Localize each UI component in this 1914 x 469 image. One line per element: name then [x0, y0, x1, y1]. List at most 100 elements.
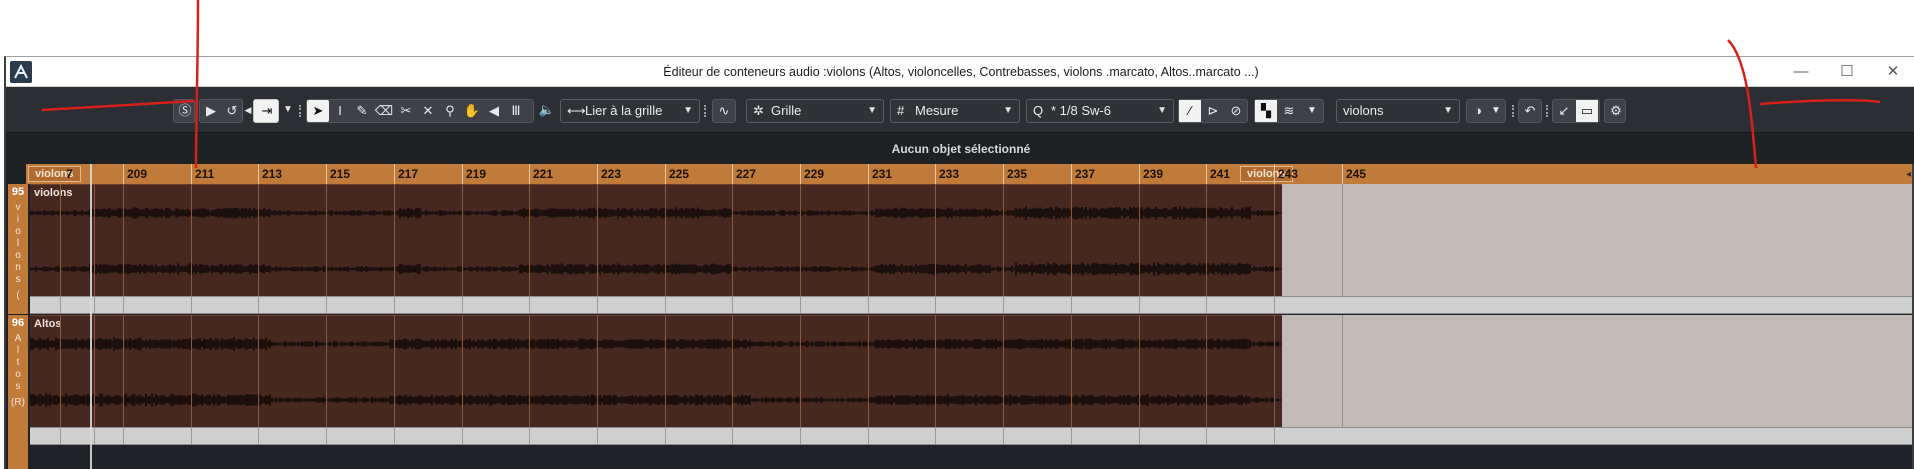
ruler-bar-label: 241: [1210, 167, 1231, 181]
grid-line: [123, 315, 124, 427]
bar-ruler[interactable]: violons 7 violons 209 211 213 215 217 219 221 2…: [26, 164, 1914, 184]
strip-grid-line: [326, 428, 327, 444]
grid-line: [1206, 315, 1207, 427]
split-icon[interactable]: ✂: [395, 100, 417, 122]
maximize-button[interactable]: ☐: [1824, 57, 1870, 87]
grid-line: [732, 184, 733, 296]
colorize-button[interactable]: ◑ ▼: [1466, 99, 1506, 123]
snap-mode-dropdown[interactable]: ⟷Lier à la grille ▼: [560, 99, 700, 123]
snap-toggle-button[interactable]: ∿: [712, 99, 736, 123]
track-number: 95: [11, 186, 25, 198]
layers-dropdown-icon[interactable]: ▼: [1301, 100, 1323, 122]
ruler-bar-label: 215: [330, 167, 351, 181]
chevron-down-icon: ▼: [1443, 105, 1453, 116]
solo-button[interactable]: Ⓢ: [173, 99, 195, 123]
show-lanes-icon[interactable]: ▚: [1255, 100, 1277, 122]
track-vertical-name: violons: [15, 202, 21, 285]
ruler-tick: [732, 164, 733, 184]
ruler-tick: [800, 164, 801, 184]
settings-button[interactable]: ⚙: [1604, 99, 1626, 123]
erase-icon[interactable]: ⌫: [373, 100, 395, 122]
zoom-icon[interactable]: ⚲: [439, 100, 461, 122]
grid-type-dropdown[interactable]: ✲ Grille ▼: [746, 99, 884, 123]
strip-grid-line: [1274, 297, 1275, 313]
track-vertical-name: Altos: [14, 333, 22, 392]
ruler-tick: [191, 164, 192, 184]
ruler-bar-partial: 7: [66, 167, 73, 181]
quantize-dropdown[interactable]: Q * 1/8 Sw-6 ▼: [1026, 99, 1174, 123]
grid-line: [191, 315, 192, 427]
grid-line: [462, 315, 463, 427]
mute-icon[interactable]: ✕: [417, 100, 439, 122]
grid-unit-dropdown[interactable]: # Mesure ▼: [890, 99, 1020, 123]
track-lane-strip[interactable]: [30, 427, 1914, 445]
window-layout-icon[interactable]: ▭: [1576, 100, 1598, 122]
track-number: 96: [11, 317, 25, 329]
title-bar[interactable]: Éditeur de conteneurs audio :violons (Al…: [6, 57, 1914, 87]
loop-icon[interactable]: ↺: [221, 100, 243, 122]
ruler-bar-label: 245: [1346, 167, 1367, 181]
grid-line: [60, 315, 61, 427]
audio-region-altos[interactable]: Altos: [30, 315, 1282, 427]
snap-icon: ∿: [718, 103, 730, 118]
track-selector-label: violons: [1343, 103, 1384, 118]
strip-grid-line: [60, 297, 61, 313]
grid-line: [1071, 315, 1072, 427]
quantize-apply-icon[interactable]: ⊳: [1202, 100, 1224, 122]
draw-icon[interactable]: ✎: [351, 100, 373, 122]
strip-grid-line: [1139, 428, 1140, 444]
speaker-icon[interactable]: 🔈: [536, 99, 558, 121]
chevron-down-icon: ▼: [683, 105, 693, 116]
layers-icon[interactable]: ≋: [1278, 100, 1300, 122]
strip-grid-line: [1274, 428, 1275, 444]
track-lane-strip[interactable]: [30, 296, 1914, 314]
strip-grid-line: [123, 428, 124, 444]
track-lane-altos[interactable]: Altos: [30, 315, 1914, 427]
play-icon[interactable]: ▶: [200, 100, 222, 122]
quantize-reset-icon[interactable]: ⊘: [1225, 100, 1247, 122]
grid-line: [1274, 184, 1275, 296]
grid-line: [258, 184, 259, 296]
audio-region-violons[interactable]: violons: [30, 184, 1282, 296]
toolbar-separator: [704, 105, 707, 117]
strip-grid-line: [191, 297, 192, 313]
project-cursor[interactable]: [90, 164, 92, 469]
ruler-tick: [1274, 164, 1275, 184]
grid-line: [94, 184, 95, 296]
grid-line: [123, 184, 124, 296]
ruler-tick: [1342, 164, 1343, 184]
ruler-bar-label: 231: [872, 167, 893, 181]
track-lane-violons[interactable]: violons: [30, 184, 1914, 296]
grid-line: [1139, 315, 1140, 427]
close-button[interactable]: ✕: [1870, 57, 1914, 87]
grid-line: [800, 315, 801, 427]
toolbar-separator: [1512, 105, 1515, 117]
curve-button[interactable]: ↶: [1518, 99, 1542, 123]
track-header-violons[interactable]: 95 violons (: [8, 184, 28, 314]
curve-icon: ↶: [1524, 103, 1536, 118]
ruler-tick: [597, 164, 598, 184]
hand-icon[interactable]: ✋: [461, 100, 483, 122]
grid-line: [935, 315, 936, 427]
strip-grid-line: [462, 428, 463, 444]
grid-line: [191, 184, 192, 296]
left-arrow-icon[interactable]: ◀: [243, 99, 253, 121]
track-selector-dropdown[interactable]: violons ▼: [1336, 99, 1460, 123]
auto-scroll-button[interactable]: ⇥: [253, 99, 279, 123]
minimize-button[interactable]: —: [1778, 57, 1824, 87]
strip-grid-line: [800, 428, 801, 444]
auto-scroll-dropdown-icon[interactable]: ▼: [281, 99, 295, 121]
grid-line: [394, 315, 395, 427]
settings-icon: ⚙: [1610, 103, 1622, 118]
comp-icon[interactable]: ◀: [483, 100, 505, 122]
timewarp-icon[interactable]: Ⅲ: [505, 100, 527, 122]
quantize-tools-group: ⁄ ⊳ ⊘: [1178, 99, 1248, 123]
object-select-icon[interactable]: ➤: [307, 100, 329, 122]
track-header-altos[interactable]: 96 Altos (R): [8, 315, 28, 469]
minimize-zone-icon[interactable]: ↙: [1553, 100, 1575, 122]
range-icon[interactable]: I: [329, 100, 351, 122]
strip-grid-line: [868, 297, 869, 313]
ruler-tick: [1003, 164, 1004, 184]
iterative-quantize-icon[interactable]: ⁄: [1179, 100, 1201, 122]
screen: Éditeur de conteneurs audio :violons (Al…: [0, 0, 1914, 469]
